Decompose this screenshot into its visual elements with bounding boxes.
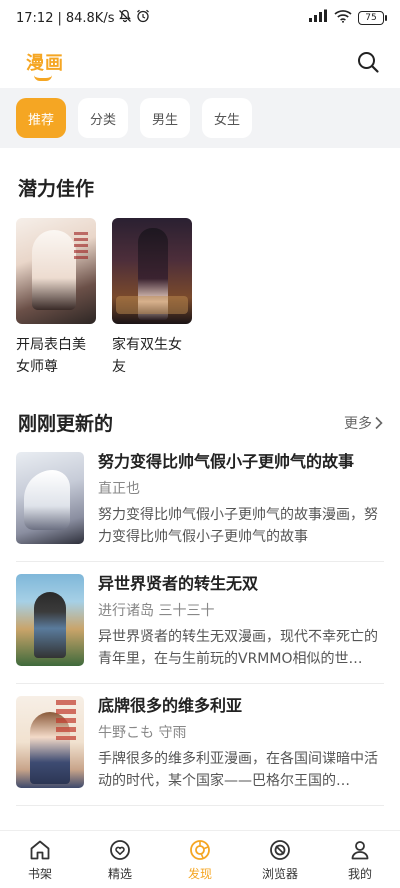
list-item-description: 异世界贤者的转生无双漫画，现代不幸死亡的青年里，在与生前玩的VRMMO相似的世…	[98, 629, 378, 667]
list-item[interactable]: 异世界贤者的转生无双 进行诸岛 三十三十 异世界贤者的转生无双漫画，现代不幸死亡…	[16, 564, 384, 684]
nav-label: 浏览器	[261, 866, 298, 881]
alarm-icon	[136, 9, 150, 27]
search-button[interactable]	[354, 48, 382, 76]
divider	[16, 805, 384, 806]
tab-category[interactable]: 分类	[78, 98, 129, 138]
nav-label: 我的	[347, 866, 372, 881]
heart-badge-icon	[110, 839, 130, 860]
search-icon	[358, 52, 379, 73]
list-item-author: 进行诸岛 三十三十	[98, 603, 215, 619]
comic-thumbnail[interactable]	[16, 696, 84, 788]
comic-cover[interactable]	[16, 218, 96, 324]
comic-cover[interactable]	[112, 218, 192, 324]
nav-bookshelf[interactable]: 书架	[0, 831, 80, 888]
comic-title[interactable]: 开局表白美女师尊	[16, 334, 96, 378]
list-item-title[interactable]: 底牌很多的维多利亚	[98, 694, 384, 718]
app-title-label: 漫画	[26, 53, 64, 74]
list-item-title[interactable]: 努力变得比帅气假小子更帅气的故事	[98, 450, 384, 474]
comic-thumbnail[interactable]	[16, 452, 84, 544]
nav-label: 发现	[187, 866, 212, 881]
divider	[16, 683, 384, 684]
signal-icon	[308, 9, 328, 27]
battery-indicator: 75	[358, 11, 387, 25]
person-icon	[351, 840, 369, 859]
list-item-description: 手牌很多的维多利亚漫画，在各国间谍暗中活动的时代，某个国家——巴格尔王国的…	[98, 751, 378, 789]
list-item-description: 努力变得比帅气假小子更帅气的故事漫画，努力变得比帅气假小子更帅气的故事	[98, 507, 378, 545]
app-title-underline	[34, 75, 52, 81]
chevron-right-icon	[375, 416, 383, 430]
section-title-potential: 潜力佳作	[18, 178, 95, 200]
compass-icon	[190, 839, 210, 860]
comic-title[interactable]: 家有双生女友	[112, 334, 192, 378]
divider	[16, 561, 384, 562]
nav-label: 书架	[27, 866, 52, 881]
tab-recommend[interactable]: 推荐	[16, 98, 67, 138]
more-label: 更多	[344, 416, 372, 432]
comic-thumbnail[interactable]	[16, 574, 84, 666]
comic-card[interactable]: 开局表白美女师尊	[16, 218, 96, 378]
status-network-speed: 84.8K/s	[65, 10, 115, 26]
list-item-author: 直正也	[98, 481, 140, 497]
potential-grid: 开局表白美女师尊 家有双生女友	[16, 218, 192, 378]
browser-icon	[270, 839, 290, 860]
section-title-updated: 刚刚更新的	[18, 413, 114, 435]
list-item-title[interactable]: 异世界贤者的转生无双	[98, 572, 384, 596]
home-icon	[30, 840, 50, 859]
wifi-icon	[334, 9, 352, 27]
comic-card[interactable]: 家有双生女友	[112, 218, 192, 378]
app-header: 漫画	[0, 36, 400, 88]
status-bar: 17:12 | 84.8K/s 75	[0, 0, 400, 36]
nav-featured[interactable]: 精选	[80, 831, 160, 888]
list-item[interactable]: 底牌很多的维多利亚 牛野こも 守雨 手牌很多的维多利亚漫画，在各国间谍暗中活动的…	[16, 686, 384, 806]
list-item-author: 牛野こも 守雨	[98, 725, 187, 741]
nav-label: 精选	[107, 866, 132, 881]
category-tabs: 推荐 分类 男生 女生	[0, 88, 400, 148]
tab-female[interactable]: 女生	[202, 98, 253, 138]
status-time: 17:12	[16, 10, 54, 26]
nav-mine[interactable]: 我的	[320, 831, 400, 888]
nav-browser[interactable]: 浏览器	[240, 831, 320, 888]
nav-discover[interactable]: 发现	[160, 831, 240, 888]
bottom-navigation: 书架 精选 发现 浏览器 我的	[0, 830, 400, 888]
mute-icon	[118, 9, 132, 27]
app-title-tab[interactable]: 漫画	[26, 49, 64, 81]
tab-male[interactable]: 男生	[140, 98, 191, 138]
more-link[interactable]: 更多	[344, 413, 384, 433]
list-item[interactable]: 努力变得比帅气假小子更帅气的故事 直正也 努力变得比帅气假小子更帅气的故事漫画，…	[16, 442, 384, 562]
status-separator: |	[57, 10, 62, 26]
